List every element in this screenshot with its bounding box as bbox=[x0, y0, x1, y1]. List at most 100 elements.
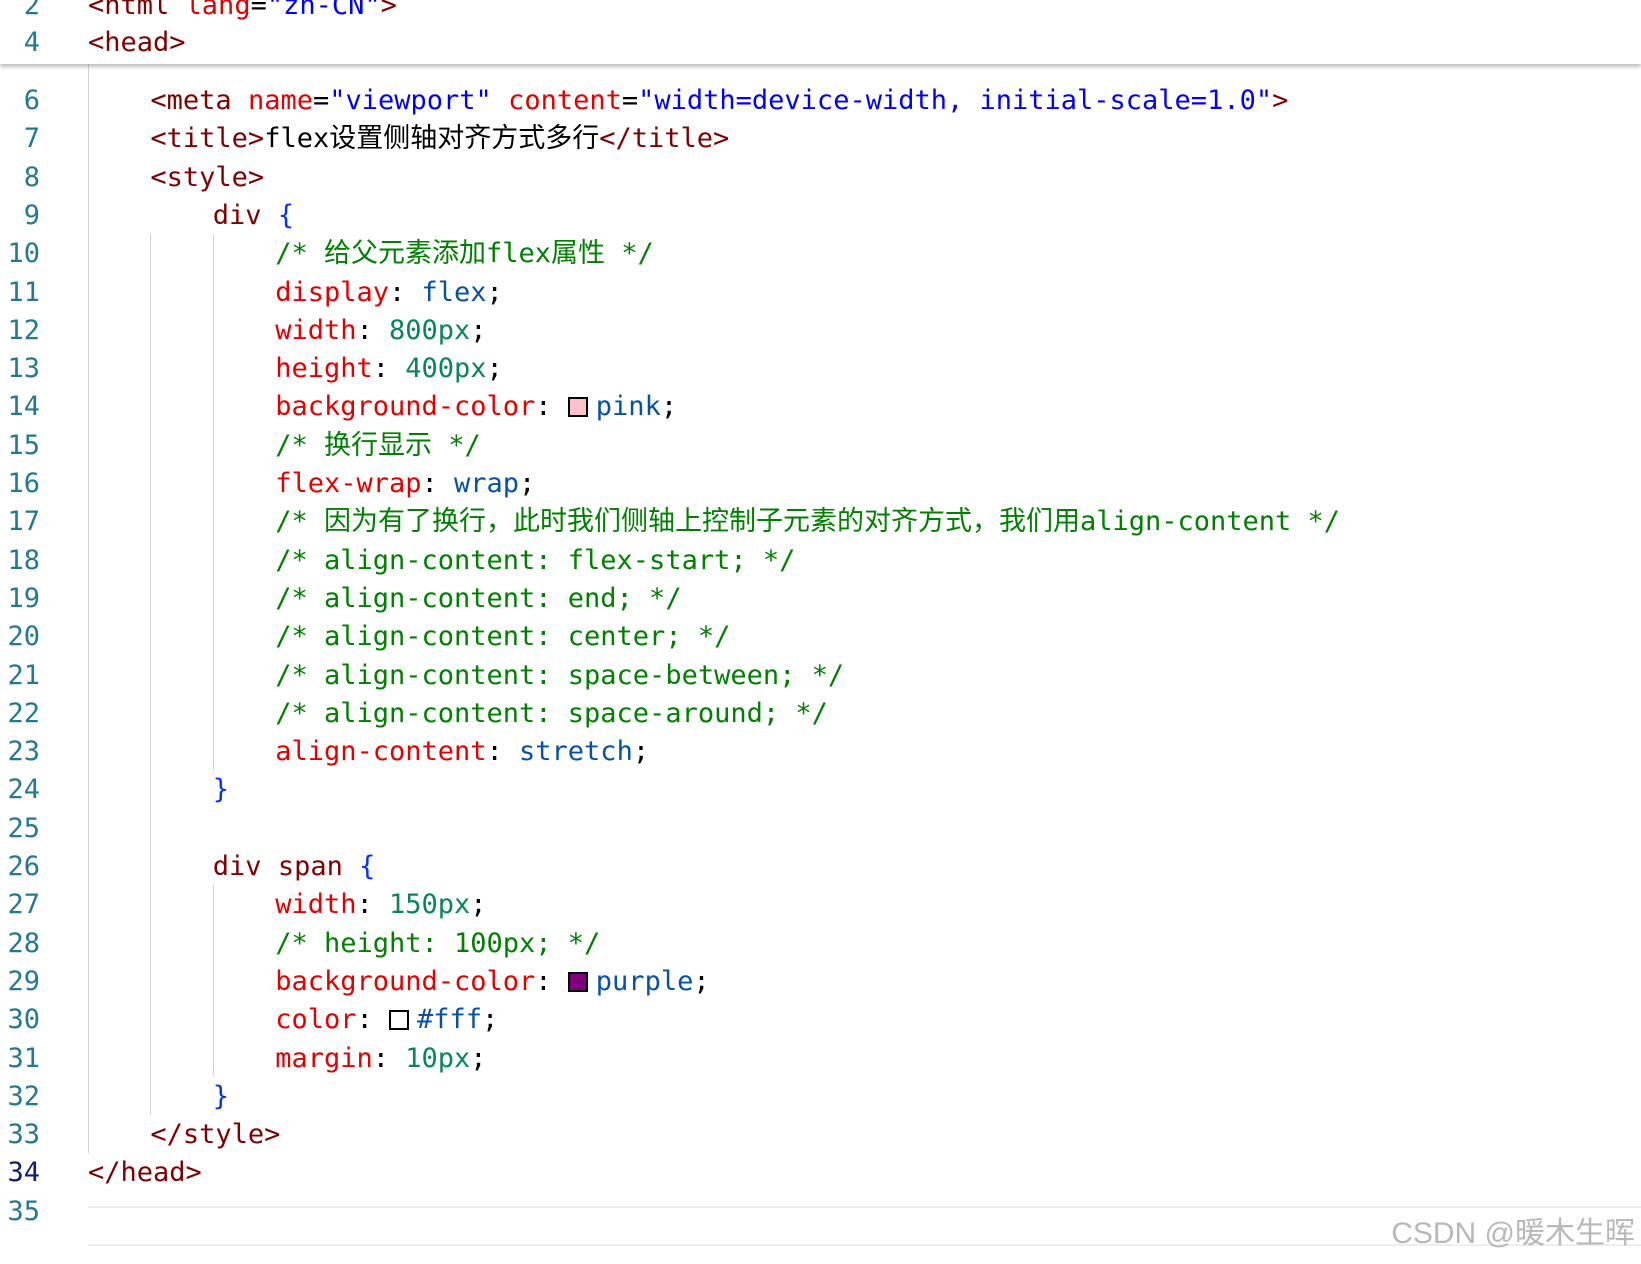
line-number: 26 bbox=[7, 851, 40, 882]
code-text: /* 因为有了换行，此时我们侧轴上控制子元素的对齐方式，我们用align-con… bbox=[275, 502, 1340, 542]
code-line[interactable]: 6 <meta name="viewport" content="width=de… bbox=[0, 81, 1641, 121]
color-swatch-icon[interactable] bbox=[567, 397, 588, 418]
color-swatch-icon[interactable] bbox=[567, 971, 588, 992]
line-number: 11 bbox=[7, 276, 40, 308]
token-tag: </head> bbox=[88, 1157, 202, 1189]
token-plain: ; bbox=[693, 965, 710, 997]
code-line[interactable]: 18 /* align-content: flex-start; */ bbox=[0, 541, 1641, 581]
token-val: pink bbox=[595, 391, 661, 423]
token-plain: ; bbox=[660, 391, 678, 423]
code-text: margin: 10px; bbox=[275, 1039, 486, 1079]
code-line[interactable]: 31 margin: 10px; bbox=[0, 1039, 1641, 1079]
code-line[interactable]: 14 background-color: pink; bbox=[0, 387, 1641, 427]
token-plain: ; bbox=[519, 468, 536, 499]
token-com: /* align-content: space-around; */ bbox=[275, 697, 828, 729]
token-com: /* 给父元素添加flex属性 */ bbox=[275, 238, 654, 270]
code-text: /* 换行显示 */ bbox=[275, 426, 481, 466]
line-number: 7 bbox=[23, 123, 40, 155]
code-text: width: 150px; bbox=[275, 885, 486, 925]
line-number: 27 bbox=[7, 889, 40, 921]
token-prop: flex-wrap bbox=[275, 468, 422, 499]
code-line[interactable]: 34 </head> bbox=[0, 1153, 1641, 1193]
token-plain: : bbox=[535, 965, 568, 997]
code-line[interactable]: 13 height: 400px; bbox=[0, 349, 1641, 389]
code-line[interactable]: 25 bbox=[0, 809, 1641, 849]
line-number: 9 bbox=[23, 199, 40, 231]
code-line[interactable]: 17 /* 因为有了换行，此时我们侧轴上控制子元素的对齐方式，我们用align-c… bbox=[0, 502, 1641, 542]
code-text: } bbox=[213, 770, 229, 810]
line-number: 2 bbox=[23, 0, 40, 21]
token-attr: lang bbox=[185, 0, 251, 21]
code-text: div { bbox=[213, 196, 294, 236]
token-tag: </style> bbox=[150, 1119, 281, 1151]
code-line[interactable]: 29 background-color: purple; bbox=[0, 962, 1641, 1002]
code-line[interactable]: 21 /* align-content: space-between; */ bbox=[0, 656, 1641, 696]
token-plain: : bbox=[486, 736, 520, 768]
token-str: "viewport" bbox=[329, 85, 492, 116]
token-plain: flex设置侧轴对齐方式多行 bbox=[264, 123, 600, 155]
token-plain: : bbox=[356, 314, 389, 346]
line-number: 24 bbox=[7, 774, 40, 806]
code-line[interactable]: 9 div { bbox=[0, 196, 1641, 236]
sticky-scroll-header[interactable]: 2 <html lang="zh-CN"> 4 <head> bbox=[0, 0, 1641, 64]
token-prop: height bbox=[275, 353, 373, 385]
code-line[interactable]: 7 <title>flex设置侧轴对齐方式多行</title> bbox=[0, 119, 1641, 159]
code-line[interactable]: 16 flex-wrap: wrap; bbox=[0, 464, 1641, 504]
code-line[interactable]: 27 width: 150px; bbox=[0, 885, 1641, 925]
code-line[interactable]: 19 /* align-content: end; */ bbox=[0, 579, 1641, 619]
code-line[interactable]: 32} bbox=[0, 1077, 1641, 1117]
code-line[interactable]: 11 display: flex; bbox=[0, 273, 1641, 313]
token-brace: { bbox=[359, 851, 376, 882]
line-number: 25 bbox=[7, 812, 40, 844]
token-str: "width=device-width, initial-scale=1.0" bbox=[638, 85, 1273, 116]
sticky-line[interactable]: 4 <head> bbox=[0, 26, 1641, 60]
code-line[interactable]: 33 </style> bbox=[0, 1115, 1641, 1155]
token-tag: <meta bbox=[150, 85, 248, 116]
line-number: 18 bbox=[7, 544, 40, 576]
code-line[interactable]: 24} bbox=[0, 770, 1641, 810]
line-number: 35 bbox=[7, 1195, 40, 1227]
line-number: 33 bbox=[7, 1119, 40, 1151]
token-prop: display bbox=[275, 276, 389, 308]
token-num: 10px bbox=[405, 1042, 471, 1074]
token-prop: align-content bbox=[275, 736, 487, 768]
code-line[interactable]: 30 color: #fff; bbox=[0, 1000, 1641, 1040]
token-plain: : bbox=[535, 391, 568, 423]
code-line[interactable]: 10 /* 给父元素添加flex属性 */ bbox=[0, 234, 1641, 274]
token-com: /* align-content: center; */ bbox=[275, 621, 731, 653]
code-line[interactable]: 28 /* height: 100px; */ bbox=[0, 924, 1641, 964]
line-number: 34 bbox=[7, 1157, 40, 1189]
code-line[interactable]: 22 /* align-content: space-around; */ bbox=[0, 694, 1641, 734]
token-tag: <style> bbox=[150, 161, 265, 193]
code-editor[interactable]: 2 <html lang="zh-CN"> 4 <head> 6 <meta name=… bbox=[0, 0, 1641, 1264]
token-plain: ; bbox=[482, 1004, 499, 1036]
line-number: 23 bbox=[7, 736, 40, 768]
code-text: /* align-content: space-around; */ bbox=[275, 694, 828, 734]
line-number: 8 bbox=[23, 161, 40, 193]
code-text: <title>flex设置侧轴对齐方式多行</title> bbox=[150, 119, 729, 159]
code-line[interactable]: 23 align-content: stretch; bbox=[0, 732, 1641, 772]
code-text: /* align-content: space-between; */ bbox=[275, 656, 844, 696]
code-line[interactable]: 26 div span { bbox=[0, 847, 1641, 887]
line-number: 17 bbox=[7, 506, 40, 538]
color-swatch-icon[interactable] bbox=[388, 1010, 409, 1031]
indent-guide bbox=[150, 234, 152, 1116]
token-brace: } bbox=[212, 774, 230, 806]
token-num: 800px bbox=[388, 314, 471, 346]
token-tag: </title> bbox=[599, 123, 730, 155]
sticky-line[interactable]: 2 <html lang="zh-CN"> bbox=[0, 0, 1641, 23]
code-line[interactable]: 15 /* 换行显示 */ bbox=[0, 426, 1641, 466]
code-text: } bbox=[213, 1077, 229, 1117]
token-plain: ; bbox=[486, 276, 503, 308]
code-text: <meta name="viewport" content="width=dev… bbox=[150, 81, 1288, 121]
code-text: align-content: stretch; bbox=[275, 732, 649, 772]
code-text: <html lang="zh-CN"> bbox=[88, 0, 397, 23]
code-text: /* align-content: end; */ bbox=[275, 579, 681, 619]
token-brace: { bbox=[277, 199, 295, 231]
code-line[interactable]: 8 <style> bbox=[0, 158, 1641, 198]
code-line[interactable]: 12 width: 800px; bbox=[0, 311, 1641, 351]
token-tag: <html bbox=[88, 0, 186, 21]
line-number: 30 bbox=[7, 1004, 40, 1036]
code-line[interactable]: 20 /* align-content: center; */ bbox=[0, 617, 1641, 657]
